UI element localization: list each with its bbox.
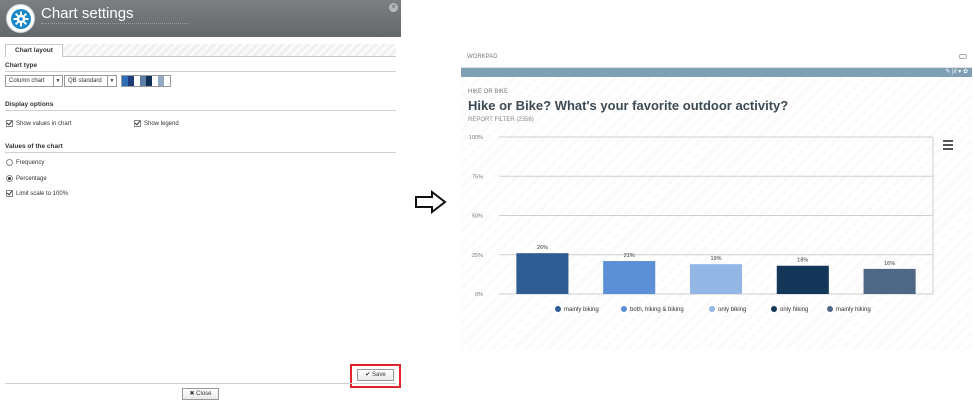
chevron-down-icon: ▼ — [107, 76, 116, 86]
legend-marker — [621, 306, 627, 312]
legend-marker — [827, 306, 833, 312]
close-button[interactable]: ✖ Close — [182, 388, 219, 400]
toolbar-tools[interactable]: ✎ |ıl ▾ ✿ — [945, 68, 968, 77]
palette-preview — [121, 75, 171, 87]
dialog-header: Chart settings ✕ — [0, 0, 401, 37]
show-legend-checkbox[interactable] — [134, 120, 141, 127]
report-headline: Hike or Bike? What's your favorite outdo… — [468, 98, 789, 113]
legend-marker — [709, 306, 715, 312]
legend-marker — [555, 306, 561, 312]
divider — [5, 152, 396, 153]
percentage-label: Percentage — [16, 176, 47, 182]
bar — [863, 268, 916, 294]
dialog-subtitle-line — [41, 23, 189, 25]
y-tick-label: 25% — [472, 253, 483, 259]
chart-type-select[interactable]: Column chart ▼ — [5, 75, 63, 87]
chart-settings-dialog: Chart settings ✕ Chart layout Chart type… — [0, 0, 401, 404]
data-label: 26% — [537, 245, 548, 251]
bar — [776, 265, 829, 294]
legend-label: both, hiking & biking — [630, 307, 684, 313]
legend-label: only biking — [718, 307, 746, 313]
bar — [689, 264, 743, 294]
bar-chart: 0% 25% 50% 75% 100% 26% 21% 19% 18% 16% mainly bik… — [469, 135, 934, 313]
data-label: 16% — [884, 261, 895, 267]
close-icon[interactable]: ✕ — [389, 3, 398, 12]
y-tick-label: 100% — [469, 135, 483, 141]
tab-chart-layout[interactable]: Chart layout — [5, 44, 63, 57]
report-body: HIKE OR BIKE Hike or Bike? What's your f… — [461, 77, 972, 350]
report-filter[interactable]: REPORT FILTER (2356) — [468, 117, 534, 123]
chart-type-value: Column chart — [9, 78, 45, 84]
y-tick-label: 75% — [472, 174, 483, 180]
workpad-panel: WORKPAD ✎ |ıl ▾ ✿ HIKE OR BIKE Hike or B… — [461, 50, 972, 350]
bar — [516, 253, 569, 294]
show-values-label: Show values in chart — [16, 121, 72, 127]
bar — [603, 261, 656, 294]
report-kicker: HIKE OR BIKE — [468, 89, 509, 95]
workpad-label: WORKPAD — [467, 54, 498, 60]
tab-bar: Chart layout — [5, 44, 396, 57]
show-values-checkbox[interactable] — [6, 120, 13, 127]
frequency-label: Frequency — [16, 160, 45, 166]
legend-marker — [771, 306, 777, 312]
limit-scale-label: Limit scale to 100% — [16, 191, 69, 197]
divider — [5, 110, 396, 111]
palette-value: QB standard — [68, 78, 102, 84]
y-tick-label: 0% — [475, 292, 483, 298]
data-label: 18% — [797, 258, 808, 264]
limit-scale-checkbox[interactable] — [6, 190, 13, 197]
section-title-chart-type: Chart type — [5, 62, 38, 69]
hamburger-menu-icon[interactable] — [943, 140, 953, 152]
screenshot-root: Chart settings ✕ Chart layout Chart type… — [0, 0, 973, 404]
close-button-label: Close — [196, 391, 212, 397]
save-button-label: Save — [372, 372, 386, 378]
chevron-down-icon: ▼ — [53, 76, 62, 86]
legend-label: mainly hiking — [836, 307, 871, 313]
data-label: 21% — [624, 253, 635, 259]
legend-label: mainly biking — [564, 307, 599, 313]
show-legend-label: Show legend — [144, 121, 179, 127]
frequency-radio[interactable] — [6, 159, 13, 166]
dialog-title: Chart settings — [41, 5, 134, 22]
palette-swatch — [164, 76, 170, 86]
y-tick-label: 50% — [472, 214, 483, 220]
save-button[interactable]: ✔ Save — [357, 369, 394, 381]
settings-gear-icon — [6, 4, 35, 33]
arrow-right-icon — [414, 189, 448, 219]
toggle-panel-icon[interactable] — [959, 54, 967, 59]
palette-select[interactable]: QB standard ▼ — [64, 75, 117, 87]
legend-label: only hiking — [780, 307, 808, 313]
workpad-header: WORKPAD — [461, 50, 972, 68]
divider — [5, 383, 396, 384]
workpad-toolbar: ✎ |ıl ▾ ✿ — [461, 68, 972, 77]
section-title-values: Values of the chart — [5, 143, 63, 150]
section-title-display-options: Display options — [5, 101, 54, 108]
divider — [5, 71, 396, 72]
data-label: 19% — [710, 256, 721, 262]
percentage-radio[interactable] — [6, 175, 13, 182]
